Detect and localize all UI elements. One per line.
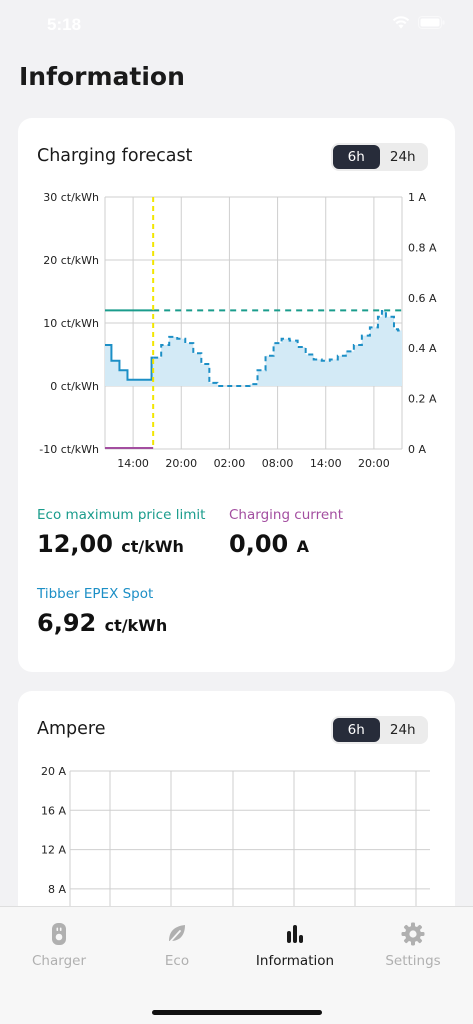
y-right-tick-label: 0 A — [408, 443, 426, 456]
y-right-tick-label: 0.8 A — [408, 241, 437, 254]
status-icons — [392, 16, 445, 29]
charging-forecast-card: Charging forecast 6h 24h 30 ct/kWh 20 ct/… — [18, 118, 455, 672]
x-tick-label: 08:00 — [262, 457, 294, 470]
y-left-tick-label: 30 ct/kWh — [43, 191, 99, 204]
charging-current-value: 0,00 — [229, 530, 289, 558]
x-tick-label: 20:00 — [358, 457, 390, 470]
charging-current-unit: A — [296, 537, 309, 556]
charging-forecast-chart: 30 ct/kWh 20 ct/kWh 10 ct/kWh 0 ct/kWh -10 c… — [39, 191, 437, 470]
tab-settings-label: Settings — [385, 953, 441, 969]
battery-icon — [418, 16, 445, 29]
charging-current-label: Charging current — [229, 507, 344, 523]
y-left-tick-label: 0 ct/kWh — [50, 380, 99, 393]
tab-eco[interactable]: Eco — [118, 921, 236, 969]
y-right-tick-label: 0.2 A — [408, 393, 437, 406]
eco-limit-value: 12,00 — [37, 530, 113, 558]
status-bar: 5:18 — [0, 0, 473, 50]
y-left-tick-label: -10 ct/kWh — [39, 443, 99, 456]
y-tick-label: 12 A — [41, 844, 66, 857]
tab-settings[interactable]: Settings — [354, 921, 472, 969]
charging-current-value-row: 0,00 A — [229, 530, 309, 558]
leaf-icon — [168, 925, 185, 944]
home-indicator — [152, 1010, 322, 1015]
y-right-tick-label: 0.6 A — [408, 292, 437, 305]
spot-price-value-row: 6,92 ct/kWh — [37, 609, 167, 637]
tab-information-label: Information — [255, 953, 335, 969]
x-tick-label: 14:00 — [117, 457, 149, 470]
spot-price-area — [105, 311, 402, 386]
y-tick-label: 8 A — [48, 883, 66, 896]
page-title: Information — [19, 62, 185, 91]
eco-limit-value-row: 12,00 ct/kWh — [37, 530, 184, 558]
status-time: 5:18 — [47, 15, 82, 34]
tab-eco-label: Eco — [164, 953, 190, 969]
tab-information[interactable]: Information — [236, 921, 354, 969]
y-left-tick-label: 10 ct/kWh — [43, 317, 99, 330]
spot-price-unit: ct/kWh — [104, 616, 168, 635]
wifi-icon — [392, 16, 410, 29]
y-tick-label: 16 A — [41, 804, 66, 817]
y-right-tick-label: 1 A — [408, 191, 426, 204]
spot-price-value: 6,92 — [37, 609, 97, 637]
charger-icon — [52, 923, 66, 945]
tab-charger-label: Charger — [32, 953, 86, 969]
x-tick-label: 20:00 — [165, 457, 197, 470]
y-right-tick-label: 0.4 A — [408, 342, 437, 355]
eco-limit-unit: ct/kWh — [121, 537, 184, 556]
bar-chart-icon — [287, 925, 303, 943]
tab-charger[interactable]: Charger — [0, 921, 118, 969]
eco-limit-label: Eco maximum price limit — [37, 507, 206, 523]
tab-bar: Charger Eco Information Settings — [0, 906, 473, 1024]
y-left-tick-label: 20 ct/kWh — [43, 254, 99, 267]
x-tick-label: 14:00 — [310, 457, 342, 470]
spot-price-label: Tibber EPEX Spot — [37, 586, 154, 602]
gear-icon — [401, 922, 425, 946]
y-tick-label: 20 A — [41, 765, 66, 778]
x-tick-label: 02:00 — [214, 457, 246, 470]
